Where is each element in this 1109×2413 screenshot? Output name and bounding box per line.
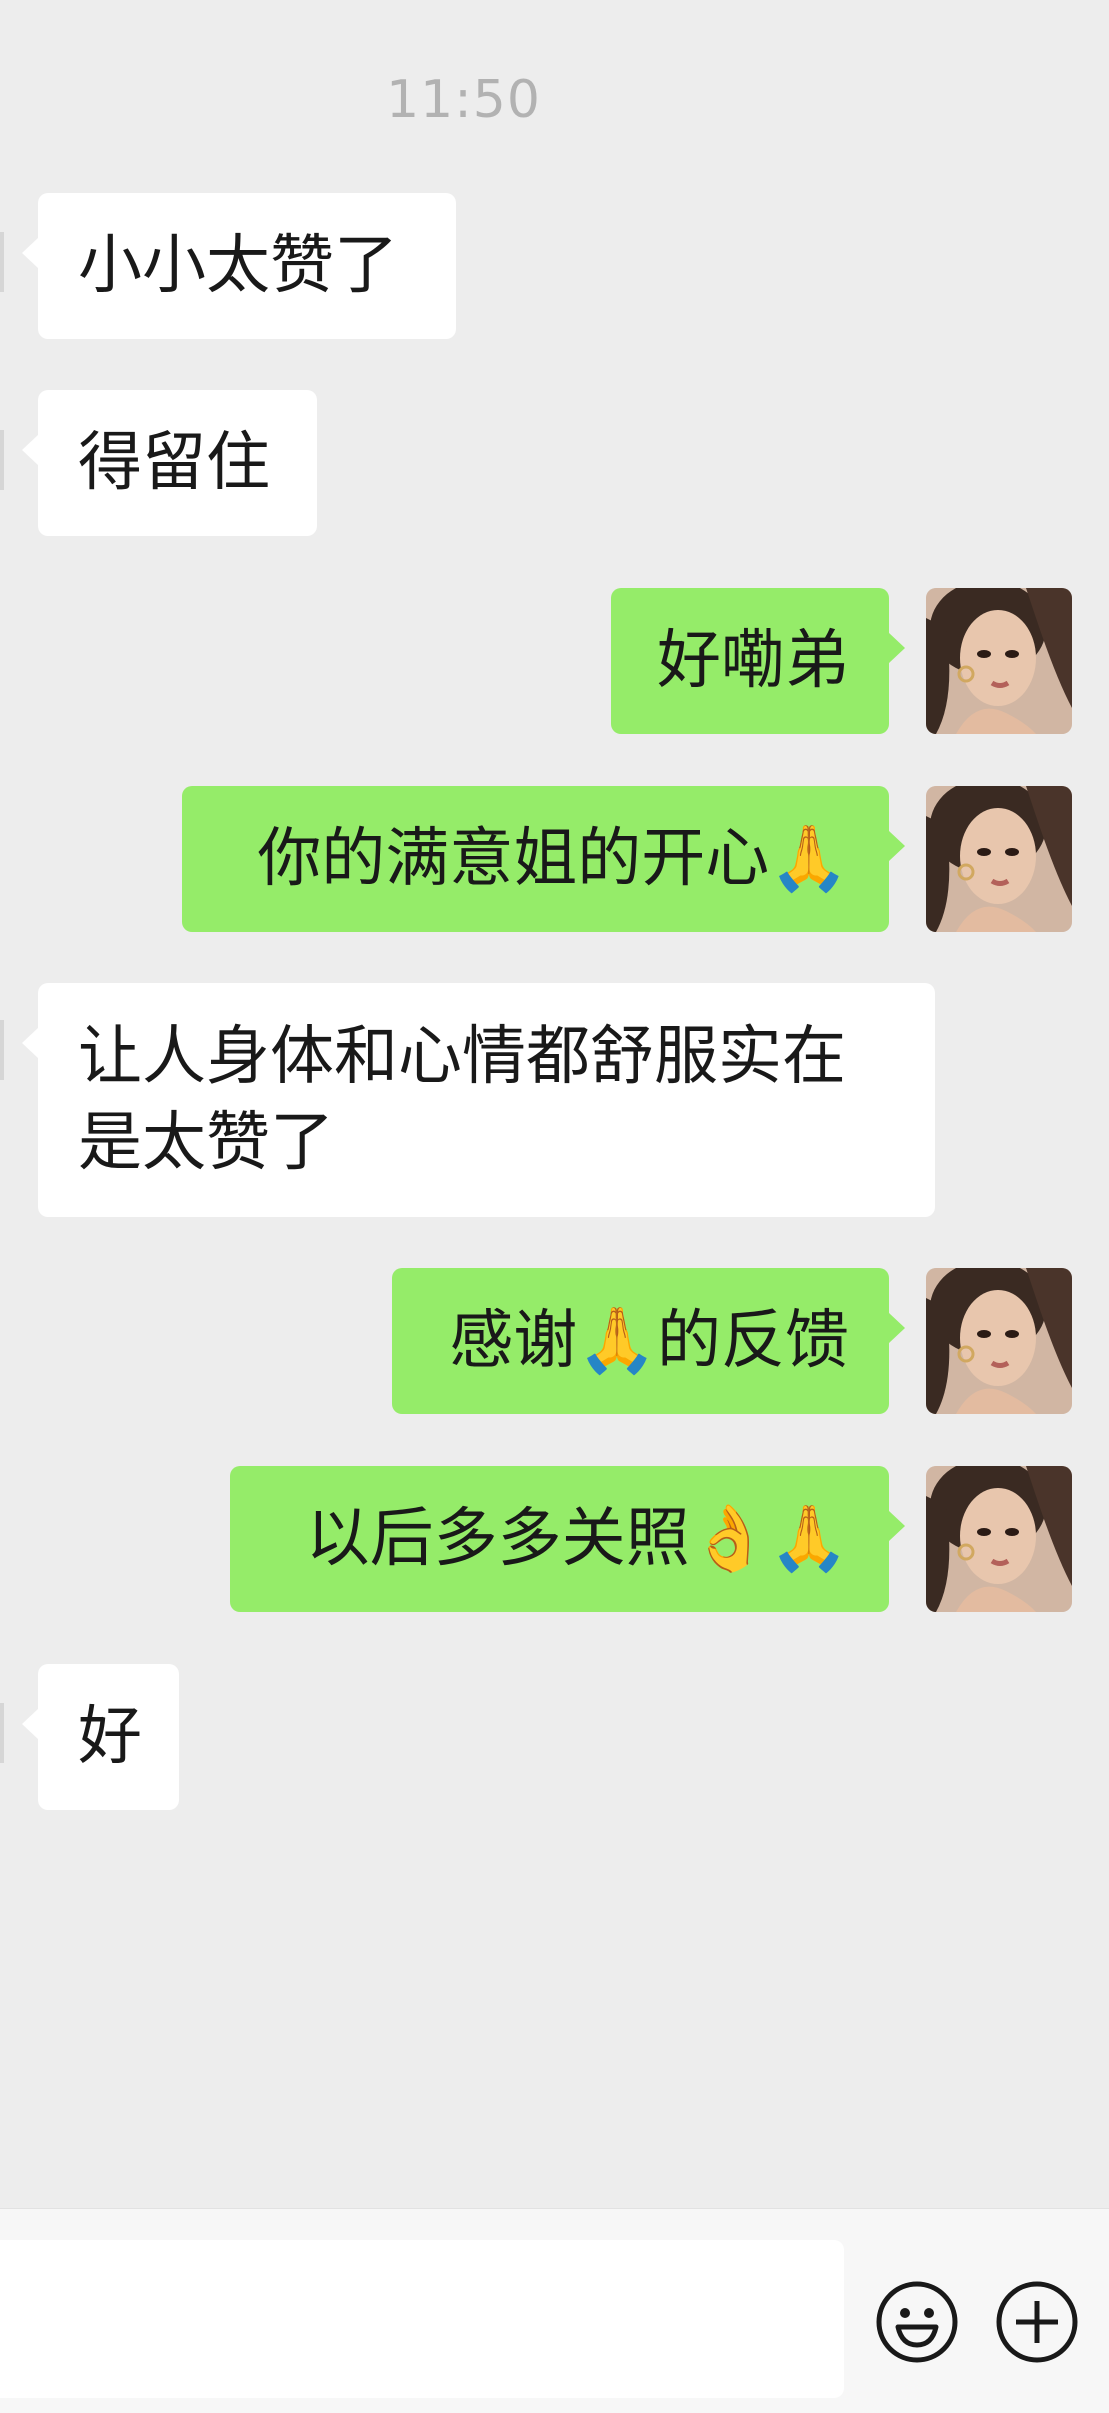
incoming-message[interactable]: 好: [22, 1664, 179, 1810]
message-text: 得留住: [78, 426, 270, 500]
smiley-icon[interactable]: [874, 2279, 960, 2365]
outgoing-message[interactable]: 以后多多关照👌🙏: [230, 1466, 905, 1612]
message-input[interactable]: [0, 2240, 844, 2398]
user-avatar[interactable]: [926, 588, 1072, 734]
message-text: 你的满意姐的开心🙏: [257, 822, 849, 896]
incoming-message[interactable]: 得留住: [22, 390, 317, 536]
message-text: 感谢🙏的反馈: [449, 1304, 849, 1378]
outgoing-message[interactable]: 感谢🙏的反馈: [392, 1268, 905, 1414]
message-text: 以后多多关照👌🙏: [305, 1502, 849, 1576]
chat-screen: 11:50 小小太赞了 得留住 好嘞弟 你的满意姐的开心🙏 让人身体和心情都舒服…: [0, 0, 1109, 2413]
chat-input-bar: [0, 2208, 1109, 2413]
contact-avatar-edge: [0, 430, 4, 490]
message-text-line: 让人身体和心情都舒服实在: [78, 1020, 846, 1094]
message-timestamp: 11:50: [386, 70, 541, 130]
outgoing-message[interactable]: 好嘞弟: [611, 588, 905, 734]
message-text-line: 是太赞了: [78, 1106, 334, 1180]
user-avatar[interactable]: [926, 786, 1072, 932]
message-text: 好嘞弟: [657, 624, 849, 698]
message-text: 小小太赞了: [78, 229, 398, 303]
incoming-message[interactable]: 小小太赞了: [22, 193, 456, 339]
user-avatar[interactable]: [926, 1268, 1072, 1414]
message-text: 好: [78, 1700, 142, 1774]
contact-avatar-edge: [0, 1020, 4, 1080]
contact-avatar-edge: [0, 1703, 4, 1763]
outgoing-message[interactable]: 你的满意姐的开心🙏: [182, 786, 905, 932]
user-avatar[interactable]: [926, 1466, 1072, 1612]
contact-avatar-edge: [0, 232, 4, 292]
plus-circle-icon[interactable]: [994, 2279, 1080, 2365]
incoming-message[interactable]: 让人身体和心情都舒服实在 是太赞了: [22, 983, 935, 1217]
